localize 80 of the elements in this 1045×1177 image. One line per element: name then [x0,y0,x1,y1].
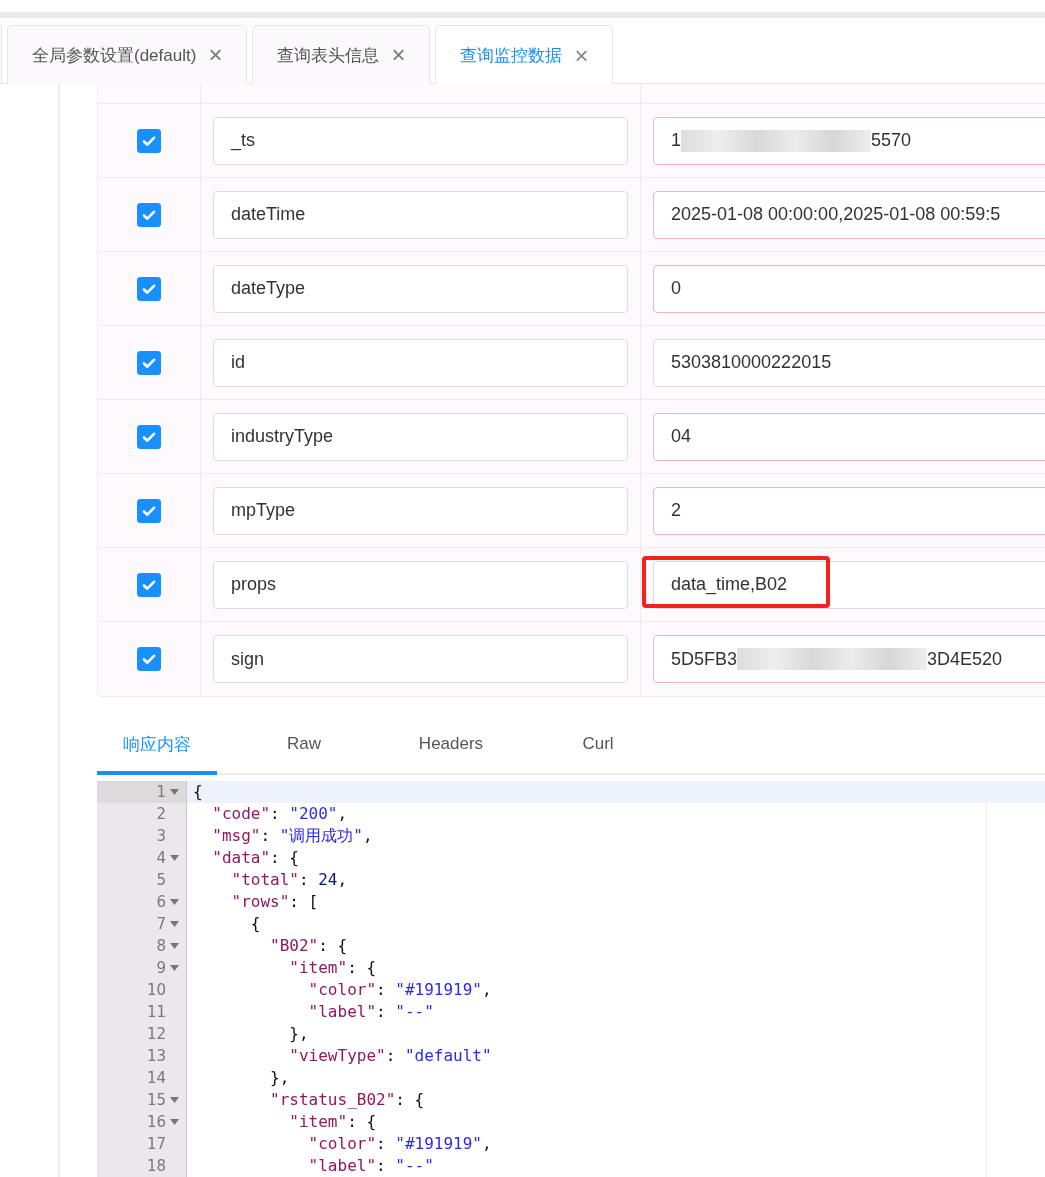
tab[interactable]: 查询表头信息 × [252,25,431,84]
checkbox[interactable] [137,572,161,597]
code-line: "rstatus_B02": { [269,1089,426,1111]
fold-arrow-icon[interactable] [169,855,179,861]
line-number: 12 [146,1024,167,1045]
checkbox[interactable] [137,128,161,153]
tab[interactable]: 查询监控数据 × [435,25,614,85]
param-value-field[interactable]: 5303810000222015 [653,338,1045,387]
code-line: }, [269,1067,291,1089]
code-line: "data": { [211,847,300,869]
code-line: "rows": [ [230,891,320,913]
param-name-field[interactable]: sign [213,635,628,683]
line-number: 18 [146,1156,167,1177]
code-line: "B02": { [269,935,349,957]
line-number: 9 [156,958,167,979]
line-number: 1 [156,782,167,803]
value-text: 5570 [871,130,912,151]
tab[interactable]: Headers [391,713,511,775]
code-line: "color": "#191919", [307,979,493,1001]
fold-arrow-icon[interactable] [169,965,179,971]
tab[interactable]: Raw [244,713,364,775]
checkbox[interactable] [137,424,161,449]
line-number: 3 [156,826,167,847]
param-name-field[interactable]: mpType [213,486,628,535]
line-number: 7 [156,914,167,935]
close-icon[interactable]: × [391,43,406,67]
code-line: "viewType": "default" [288,1045,493,1067]
line-number: 13 [146,1046,167,1067]
line-number: 8 [156,936,167,957]
param-value-field[interactable]: 1 5570 [653,116,1045,165]
line-number: 10 [146,980,167,1001]
code-line: }, [288,1023,310,1045]
line-number: 15 [146,1090,167,1111]
tab[interactable]: Curl [538,713,658,775]
param-name-field[interactable]: id [213,338,628,387]
code-line: "label": "--" [307,1155,435,1177]
code-line: "item": { [288,957,378,979]
line-number: 14 [146,1068,167,1089]
checkbox[interactable] [137,202,161,227]
param-name-field[interactable]: dateType [213,264,628,313]
value-text: 1 [671,130,681,151]
param-value-field[interactable]: 04 [653,412,1045,461]
param-value-field[interactable]: 5D5FB3 3D4E520 [653,635,1045,683]
line-number: 6 [156,892,167,913]
value-text: 3D4E520 [927,648,1003,670]
value-text: 5D5FB3 [671,648,738,670]
code-line: "item": { [288,1111,378,1133]
close-icon[interactable]: × [208,43,223,67]
param-name-field[interactable]: props [213,560,628,609]
param-value-field[interactable]: 2 [653,486,1045,535]
fold-arrow-icon[interactable] [169,1119,179,1125]
fold-arrow-icon[interactable] [169,899,179,905]
line-number: 17 [146,1134,167,1155]
checkbox[interactable] [137,276,161,301]
param-value-field[interactable]: 2025-01-08 00:00:00,2025-01-08 00:59:5 [653,190,1045,239]
line-number: 4 [156,848,167,869]
line-number: 16 [146,1112,167,1133]
tab[interactable]: 全局参数设置(default) × [7,25,248,84]
fold-arrow-icon[interactable] [169,1097,179,1103]
checkbox[interactable] [137,498,161,523]
code-line: "msg": "调用成功", [211,825,374,847]
line-number: 5 [156,870,167,891]
line-number: 11 [146,1002,167,1023]
checkbox[interactable] [137,350,161,375]
fold-arrow-icon[interactable] [169,943,179,949]
close-icon[interactable]: × [574,43,589,68]
checkbox[interactable] [137,647,161,671]
param-value-field[interactable]: data_time,B02 [653,560,1045,609]
param-name-field[interactable]: _ts [213,116,628,165]
param-value-field[interactable]: 0 [653,264,1045,313]
param-name-field[interactable]: dateTime [213,190,628,239]
code-line: "code": "200", [211,803,349,825]
code-line: "label": "--" [307,1001,435,1023]
code-line: { [249,913,262,935]
fold-arrow-icon[interactable] [169,789,179,795]
code-line: "color": "#191919", [307,1133,493,1155]
code-line: "total": 24, [230,869,349,891]
line-number: 2 [156,804,167,825]
fold-arrow-icon[interactable] [169,921,179,927]
param-name-field[interactable]: industryType [213,412,628,461]
